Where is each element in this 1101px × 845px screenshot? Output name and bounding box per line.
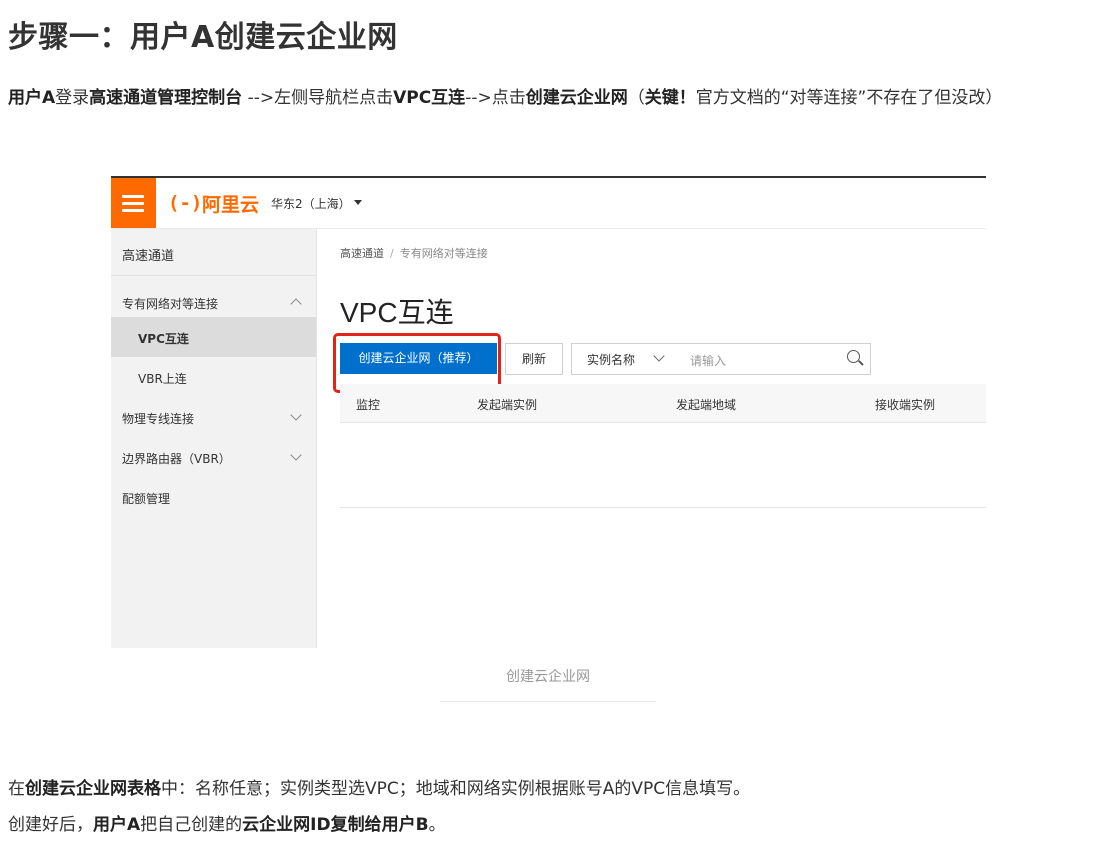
followup-paragraph: 创建好后，用户A把自己创建的云企业网ID复制给用户B。	[8, 810, 446, 840]
chevron-down-icon	[290, 409, 302, 421]
instruction-paragraph: 在创建云企业网表格中：名称任意；实例类型选VPC；地域和网络实例根据账号A的VP…	[8, 774, 750, 804]
sidebar-item-physical-connection[interactable]: 物理专线连接	[111, 397, 316, 437]
sidebar-item-vbr-uplink[interactable]: VBR上连	[111, 357, 316, 397]
sidebar-item-label: 专有网络对等连接	[122, 297, 219, 311]
column-header-source-region: 发起端地域	[676, 398, 737, 412]
breadcrumb: 高速通道 / 专有网络对等连接	[340, 245, 488, 261]
intro-create-cen: 创建云企业网	[525, 88, 628, 108]
column-header-target-instance: 接收端实例	[875, 398, 936, 412]
sidebar-item-quota[interactable]: 配额管理	[111, 477, 316, 517]
intro-user-a: 用户A	[8, 88, 56, 108]
region-selector[interactable]: 华东2（上海）	[271, 195, 351, 212]
breadcrumb-root[interactable]: 高速通道	[340, 247, 384, 260]
filter-select[interactable]: 实例名称	[571, 343, 676, 375]
chevron-down-icon	[290, 449, 302, 461]
search-input[interactable]: 请输入	[674, 343, 871, 375]
filter-select-value: 实例名称	[587, 353, 636, 367]
chevron-down-icon	[653, 350, 665, 362]
followup-text-1: 创建好后，	[8, 815, 93, 835]
sidebar-item-vpc-peering[interactable]: 专有网络对等连接	[111, 282, 316, 322]
console-main: 高速通道 / 专有网络对等连接 VPC互连 创建云企业网（推荐） 刷新 实例名称 请…	[317, 229, 986, 648]
aliyun-logo-text: 阿里云	[202, 193, 260, 216]
followup-text-3: 。	[428, 815, 446, 835]
page-title: VPC互连	[340, 297, 454, 328]
section-heading: 步骤一：用户A创建云企业网	[8, 20, 398, 55]
after-text-1: 在	[8, 779, 25, 799]
intro-text-3: -->点击	[465, 88, 526, 108]
followup-user-b: 用户B	[381, 815, 429, 835]
console-screenshot: (-) 阿里云 华东2（上海） 高速通道 专有网络对等连接 VPC互连 VBR上…	[111, 176, 986, 648]
sidebar-item-label: VBR上连	[138, 372, 187, 386]
followup-text-2: 把自己创建的	[140, 815, 243, 835]
intro-paragraph: 用户A登录高速通道管理控制台 -->左侧导航栏点击VPC互连-->点击创建云企业…	[8, 83, 1093, 113]
sidebar-item-label: 物理专线连接	[122, 412, 195, 426]
refresh-button[interactable]: 刷新	[505, 343, 563, 375]
sidebar-item-vbr[interactable]: 边界路由器（VBR）	[111, 437, 316, 477]
intro-text-4: （	[627, 88, 645, 108]
followup-user-a: 用户A	[93, 815, 141, 835]
sidebar-item-label: VPC互连	[138, 332, 189, 346]
intro-key-note: 关键！	[644, 88, 696, 108]
console-topbar: (-) 阿里云 华东2（上海）	[111, 178, 986, 229]
sidebar-title: 高速通道	[122, 249, 175, 264]
table-bottom-border	[340, 507, 986, 508]
hamburger-menu-icon[interactable]	[111, 178, 156, 228]
followup-id: ID复制给	[310, 815, 382, 835]
breadcrumb-separator: /	[390, 247, 394, 260]
intro-text-5: 官方文档的“对等连接”不存在了但没改）	[695, 88, 1003, 108]
search-icon[interactable]	[847, 350, 860, 363]
sidebar-item-label: 边界路由器（VBR）	[122, 452, 231, 466]
intro-text-1: 登录	[55, 88, 90, 108]
after-text-2: 中：名称任意；实例类型选VPC；地域和网络实例根据账号A的VPC信息填写。	[161, 779, 751, 799]
sidebar-divider	[111, 275, 316, 276]
aliyun-logo-icon: (-)	[168, 192, 203, 214]
column-header-monitor: 监控	[356, 398, 381, 412]
search-placeholder: 请输入	[690, 354, 727, 368]
intro-console-name: 高速通道管理控制台	[89, 88, 243, 108]
intro-vpc-link: VPC互连	[393, 88, 466, 108]
sidebar-item-vpc-interconnect[interactable]: VPC互连	[111, 317, 316, 357]
image-caption: 创建云企业网	[506, 669, 590, 685]
column-header-source-instance: 发起端实例	[477, 398, 538, 412]
sidebar-item-label: 配额管理	[122, 492, 171, 506]
breadcrumb-current: 专有网络对等连接	[399, 247, 488, 260]
caret-down-icon[interactable]	[354, 200, 362, 205]
followup-cen: 云企业网	[242, 815, 311, 835]
table-header: 监控 发起端实例 发起端地域 接收端实例	[340, 384, 986, 423]
caption-underline	[440, 701, 656, 702]
aliyun-logo[interactable]: (-) 阿里云	[168, 190, 259, 216]
after-form-name: 创建云企业网表格	[25, 779, 161, 799]
intro-text-2: -->左侧导航栏点击	[242, 88, 394, 108]
chevron-up-icon	[290, 298, 302, 310]
console-sidebar: 高速通道 专有网络对等连接 VPC互连 VBR上连 物理专线连接 边界路由器（V…	[111, 229, 317, 648]
